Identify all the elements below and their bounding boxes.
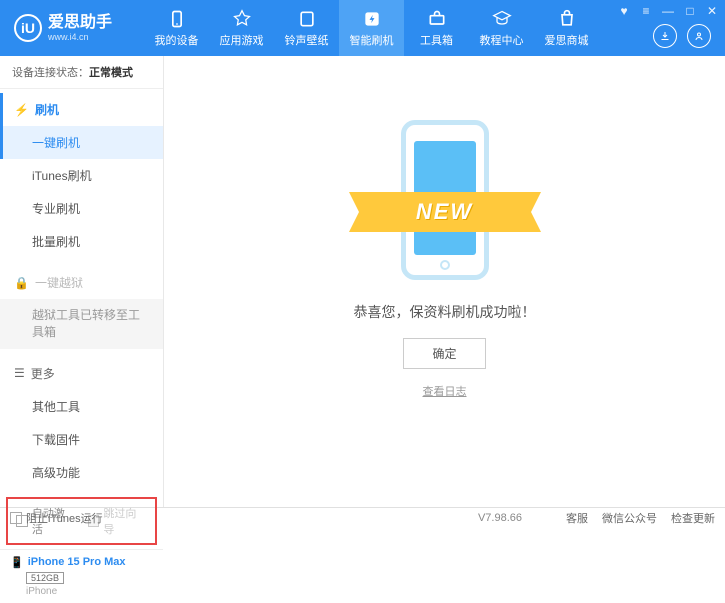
sidebar-item-batch[interactable]: 批量刷机 — [0, 225, 163, 258]
block-itunes-checkbox[interactable]: 阻止iTunes运行 — [10, 510, 103, 526]
checkbox-label: 阻止iTunes运行 — [26, 510, 103, 526]
app-title: 爱思助手 — [48, 15, 112, 31]
settings-icon[interactable]: ♥ — [617, 4, 631, 18]
tutorial-icon — [492, 9, 512, 29]
device-storage: 512GB — [26, 572, 64, 584]
view-log-link[interactable]: 查看日志 — [423, 383, 467, 399]
device-name[interactable]: 📱 iPhone 15 Pro Max — [10, 556, 153, 569]
apps-icon — [232, 9, 252, 29]
ringtone-icon — [297, 9, 317, 29]
store-icon — [557, 9, 577, 29]
sidebar-item-firmware[interactable]: 下载固件 — [0, 423, 163, 456]
nav-label: 教程中心 — [480, 32, 524, 48]
device-type: iPhone — [26, 586, 153, 597]
device-name-text: iPhone 15 Pro Max — [28, 556, 126, 568]
close-icon[interactable]: ✕ — [705, 4, 719, 18]
app-url: www.i4.cn — [48, 33, 112, 42]
sidebar-jailbreak-head: 🔒 一键越狱 — [0, 266, 163, 299]
device-icon — [167, 9, 187, 29]
main-content: NEW 恭喜您，保资料刷机成功啦！ 确定 查看日志 — [164, 56, 725, 507]
nav-store[interactable]: 爱思商城 — [534, 0, 599, 56]
nav-ringtones[interactable]: 铃声壁纸 — [274, 0, 339, 56]
success-message: 恭喜您，保资料刷机成功啦！ — [354, 302, 536, 322]
minimize-icon[interactable]: — — [661, 4, 675, 18]
app-logo: iU 爱思助手 www.i4.cn — [0, 14, 144, 42]
nav-tutorials[interactable]: 教程中心 — [469, 0, 534, 56]
logo-icon: iU — [14, 14, 42, 42]
nav-flash[interactable]: 智能刷机 — [339, 0, 404, 56]
sidebar-head-label: 刷机 — [35, 101, 59, 118]
nav-label: 应用游戏 — [220, 32, 264, 48]
device-status: 设备连接状态：正常模式 — [0, 56, 163, 89]
status-value: 正常模式 — [89, 67, 133, 79]
sidebar-head-label: 一键越狱 — [35, 274, 83, 291]
status-label: 设备连接状态： — [12, 67, 89, 79]
sidebar-item-oneclick[interactable]: 一键刷机 — [0, 126, 163, 159]
nav-my-device[interactable]: 我的设备 — [144, 0, 209, 56]
nav-toolbox[interactable]: 工具箱 — [404, 0, 469, 56]
checkbox-label: 跳过向导 — [103, 505, 147, 537]
nav-label: 工具箱 — [420, 32, 453, 48]
maximize-icon[interactable]: □ — [683, 4, 697, 18]
ok-button[interactable]: 确定 — [403, 338, 485, 369]
nav-apps[interactable]: 应用游戏 — [209, 0, 274, 56]
nav-label: 智能刷机 — [350, 32, 394, 48]
nav-label: 铃声壁纸 — [285, 32, 329, 48]
flash-small-icon: ⚡ — [14, 103, 29, 117]
sidebar-item-itunes[interactable]: iTunes刷机 — [0, 159, 163, 192]
download-button[interactable] — [653, 24, 677, 48]
footer-update[interactable]: 检查更新 — [671, 510, 715, 526]
device-info: 📱 iPhone 15 Pro Max 512GB iPhone — [0, 549, 163, 603]
phone-icon: 📱 — [10, 556, 24, 569]
menu-icon[interactable]: ≡ — [639, 4, 653, 18]
sidebar-jailbreak-note: 越狱工具已转移至工具箱 — [0, 299, 163, 349]
lock-icon: 🔒 — [14, 276, 29, 290]
nav-label: 我的设备 — [155, 32, 199, 48]
sidebar-item-other[interactable]: 其他工具 — [0, 390, 163, 423]
sidebar-item-advanced[interactable]: 高级功能 — [0, 456, 163, 489]
sidebar-head-label: 更多 — [31, 365, 55, 382]
list-icon: ☰ — [14, 366, 25, 380]
success-illustration: NEW — [355, 104, 535, 284]
sidebar-item-pro[interactable]: 专业刷机 — [0, 192, 163, 225]
sidebar-flash-head[interactable]: ⚡ 刷机 — [0, 93, 163, 126]
footer-support[interactable]: 客服 — [566, 510, 588, 526]
new-badge: NEW — [367, 192, 523, 232]
flash-icon — [362, 9, 382, 29]
nav-label: 爱思商城 — [545, 32, 589, 48]
user-button[interactable] — [687, 24, 711, 48]
version-label: V7.98.66 — [478, 512, 522, 524]
toolbox-icon — [427, 9, 447, 29]
sidebar-more-head[interactable]: ☰ 更多 — [0, 357, 163, 390]
footer-wechat[interactable]: 微信公众号 — [602, 510, 657, 526]
